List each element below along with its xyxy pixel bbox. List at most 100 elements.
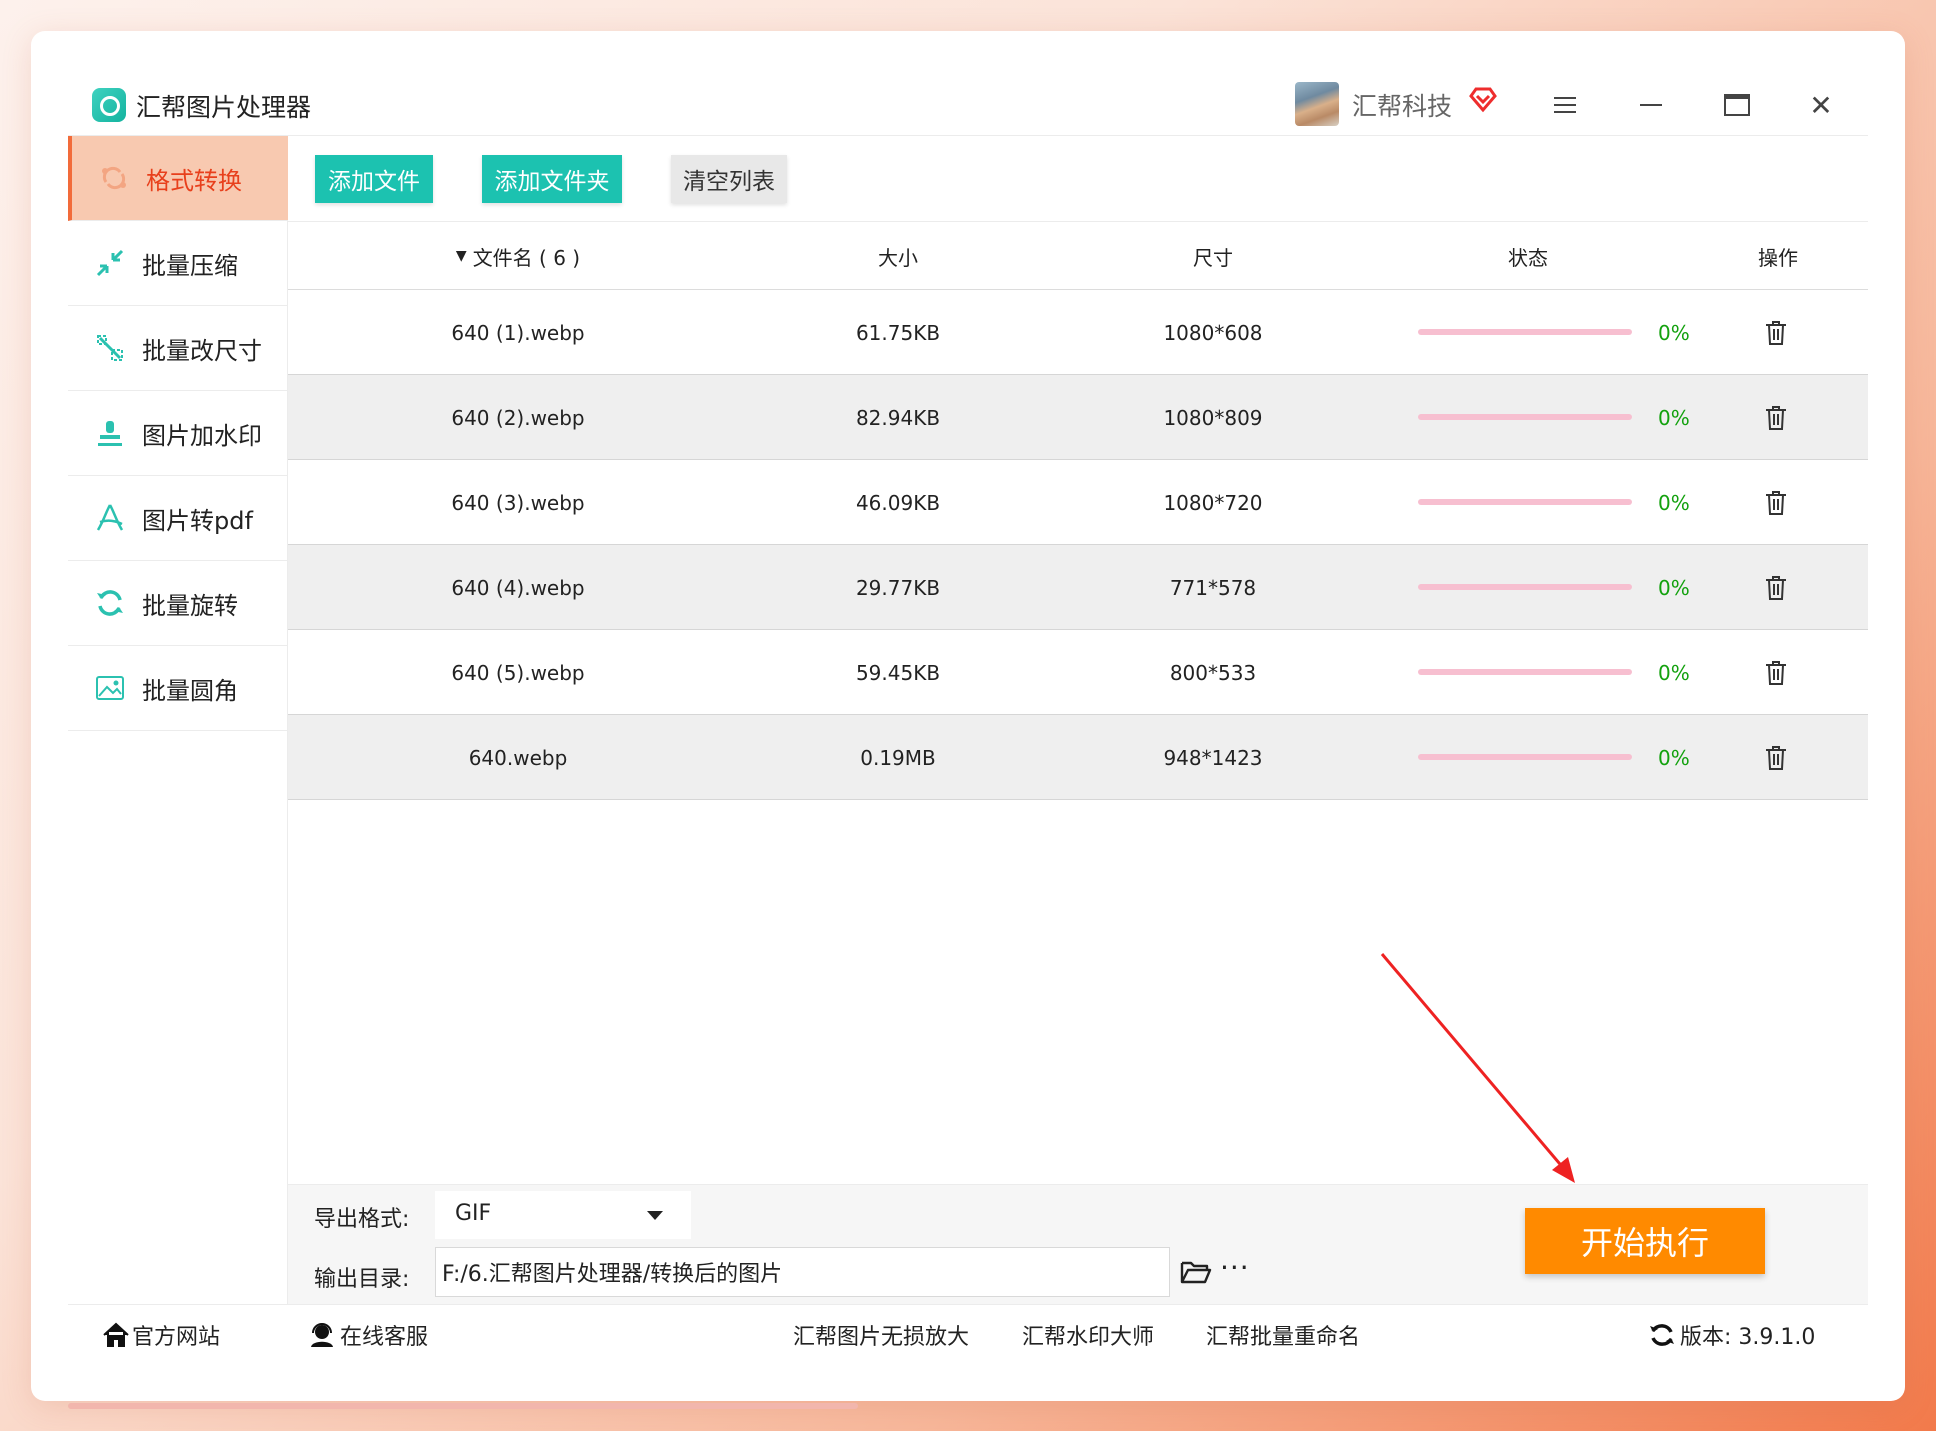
menu-icon[interactable] xyxy=(1542,82,1588,128)
table-row[interactable]: 640 (1).webp 61.75KB 1080*608 0% xyxy=(288,290,1868,375)
watermark-icon xyxy=(92,415,128,451)
trash-icon[interactable] xyxy=(1765,660,1787,686)
sidebar-item-compress[interactable]: 批量压缩 xyxy=(68,221,288,306)
sort-down-icon: ▼ xyxy=(455,248,467,264)
table-header: ▼ 文件名 ( 6 ) 大小 尺寸 状态 操作 xyxy=(288,222,1868,290)
folder-open-icon[interactable] xyxy=(1180,1259,1212,1285)
output-dir-label: 输出目录: xyxy=(314,1267,410,1292)
vip-heart-icon[interactable] xyxy=(1468,84,1498,122)
more-icon[interactable]: ··· xyxy=(1220,1251,1250,1284)
header-operation: 操作 xyxy=(1758,245,1798,270)
progress-bar xyxy=(1418,329,1632,335)
add-file-button[interactable]: 添加文件 xyxy=(315,155,433,203)
avatar[interactable] xyxy=(1295,82,1339,126)
row-filename: 640 (5).webp xyxy=(451,660,585,685)
online-service-link[interactable]: 在线客服 xyxy=(308,1319,428,1351)
progress-percent: 0% xyxy=(1658,660,1690,685)
row-size: 0.19MB xyxy=(860,745,936,770)
header-status: 状态 xyxy=(1508,245,1548,270)
online-service-label: 在线客服 xyxy=(340,1325,429,1350)
row-filename: 640 (2).webp xyxy=(451,405,585,430)
minimize-icon[interactable] xyxy=(1628,82,1674,128)
sidebar-item-label: 格式转换 xyxy=(146,166,242,195)
format-label: 导出格式: xyxy=(314,1207,410,1232)
sidebar-item-label: 批量旋转 xyxy=(142,591,238,620)
header-filename[interactable]: ▼ 文件名 ( 6 ) xyxy=(288,222,748,290)
format-convert-icon xyxy=(96,160,132,196)
home-icon xyxy=(103,1322,129,1347)
row-dimension: 1080*720 xyxy=(1163,490,1263,515)
support-agent-icon xyxy=(311,1323,333,1347)
close-icon[interactable]: ✕ xyxy=(1798,82,1844,128)
progress-percent: 0% xyxy=(1658,745,1690,770)
sidebar-item-label: 图片加水印 xyxy=(142,421,262,450)
sidebar-item-watermark[interactable]: 图片加水印 xyxy=(68,391,288,476)
progress-percent: 0% xyxy=(1658,405,1690,430)
format-select[interactable]: GIF xyxy=(435,1191,691,1239)
refresh-icon xyxy=(1650,1324,1674,1346)
row-filename: 640 (3).webp xyxy=(451,490,585,515)
row-size: 46.09KB xyxy=(855,490,941,515)
add-folder-button[interactable]: 添加文件夹 xyxy=(482,155,622,203)
progress-bar xyxy=(1418,414,1632,420)
progress-percent: 0% xyxy=(1658,490,1690,515)
trash-icon[interactable] xyxy=(1765,405,1787,431)
trash-icon[interactable] xyxy=(1765,490,1787,516)
title-bar: 汇帮图片处理器 汇帮科技 ✕ xyxy=(68,74,1868,136)
table-row[interactable]: 640 (5).webp 59.45KB 800*533 0% xyxy=(288,630,1868,715)
row-dimension: 771*578 xyxy=(1169,575,1257,600)
row-dimension: 1080*608 xyxy=(1163,320,1263,345)
row-filename: 640 (1).webp xyxy=(451,320,585,345)
trash-icon[interactable] xyxy=(1765,320,1787,346)
maximize-icon[interactable] xyxy=(1714,82,1760,128)
sidebar-item-label: 图片转pdf xyxy=(142,506,253,535)
progress-bar xyxy=(1418,584,1632,590)
app-logo-icon xyxy=(92,88,126,122)
row-size: 82.94KB xyxy=(855,405,941,430)
header-dimension: 尺寸 xyxy=(1193,245,1233,270)
trash-icon[interactable] xyxy=(1765,575,1787,601)
round-corner-icon xyxy=(92,670,128,706)
table-row[interactable]: 640.webp 0.19MB 948*1423 0% xyxy=(288,715,1868,800)
official-site-label: 官方网站 xyxy=(132,1325,221,1350)
output-dir-input[interactable] xyxy=(435,1247,1170,1297)
table-row[interactable]: 640 (3).webp 46.09KB 1080*720 0% xyxy=(288,460,1868,545)
header-size: 大小 xyxy=(878,245,918,270)
row-filename: 640 (4).webp xyxy=(451,575,585,600)
row-dimension: 948*1423 xyxy=(1163,745,1263,770)
chevron-down-icon xyxy=(647,1211,663,1220)
clear-list-button[interactable]: 清空列表 xyxy=(671,155,787,203)
sidebar-item-pdf[interactable]: 图片转pdf xyxy=(68,476,288,561)
decorative-bar xyxy=(68,1403,858,1409)
version-label: 版本: 3.9.1.0 xyxy=(1680,1325,1816,1350)
sidebar-item-format-convert[interactable]: 格式转换 xyxy=(68,136,288,221)
progress-bar xyxy=(1418,754,1632,760)
trash-icon[interactable] xyxy=(1765,745,1787,771)
compress-icon xyxy=(92,245,128,281)
table-row[interactable]: 640 (2).webp 82.94KB 1080*809 0% xyxy=(288,375,1868,460)
output-settings: 导出格式: GIF 输出目录: ··· 开始执行 xyxy=(288,1184,1868,1304)
row-size: 61.75KB xyxy=(855,320,941,345)
company-name[interactable]: 汇帮科技 xyxy=(1352,87,1452,123)
row-size: 59.45KB xyxy=(855,660,941,685)
annotation-arrow xyxy=(1380,953,1575,1183)
version-info[interactable]: 版本: 3.9.1.0 xyxy=(1648,1319,1815,1351)
footer-link-lossless-upscale[interactable]: 汇帮图片无损放大 xyxy=(793,1319,969,1351)
official-site-link[interactable]: 官方网站 xyxy=(102,1319,220,1351)
sidebar-item-rotate[interactable]: 批量旋转 xyxy=(68,561,288,646)
progress-percent: 0% xyxy=(1658,575,1690,600)
toolbar: 添加文件 添加文件夹 清空列表 xyxy=(288,136,1868,222)
header-filename-label: 文件名 ( 6 ) xyxy=(472,245,581,270)
table-row[interactable]: 640 (4).webp 29.77KB 771*578 0% xyxy=(288,545,1868,630)
sidebar-item-round-corner[interactable]: 批量圆角 xyxy=(68,646,288,731)
progress-bar xyxy=(1418,669,1632,675)
row-filename: 640.webp xyxy=(468,745,568,770)
sidebar-item-resize[interactable]: 批量改尺寸 xyxy=(68,306,288,391)
progress-bar xyxy=(1418,499,1632,505)
resize-icon xyxy=(92,330,128,366)
start-button[interactable]: 开始执行 xyxy=(1525,1208,1765,1274)
app-title: 汇帮图片处理器 xyxy=(136,93,312,122)
footer-link-batch-rename[interactable]: 汇帮批量重命名 xyxy=(1206,1319,1360,1351)
footer-link-watermark-master[interactable]: 汇帮水印大师 xyxy=(1022,1319,1154,1351)
pdf-icon xyxy=(92,500,128,536)
